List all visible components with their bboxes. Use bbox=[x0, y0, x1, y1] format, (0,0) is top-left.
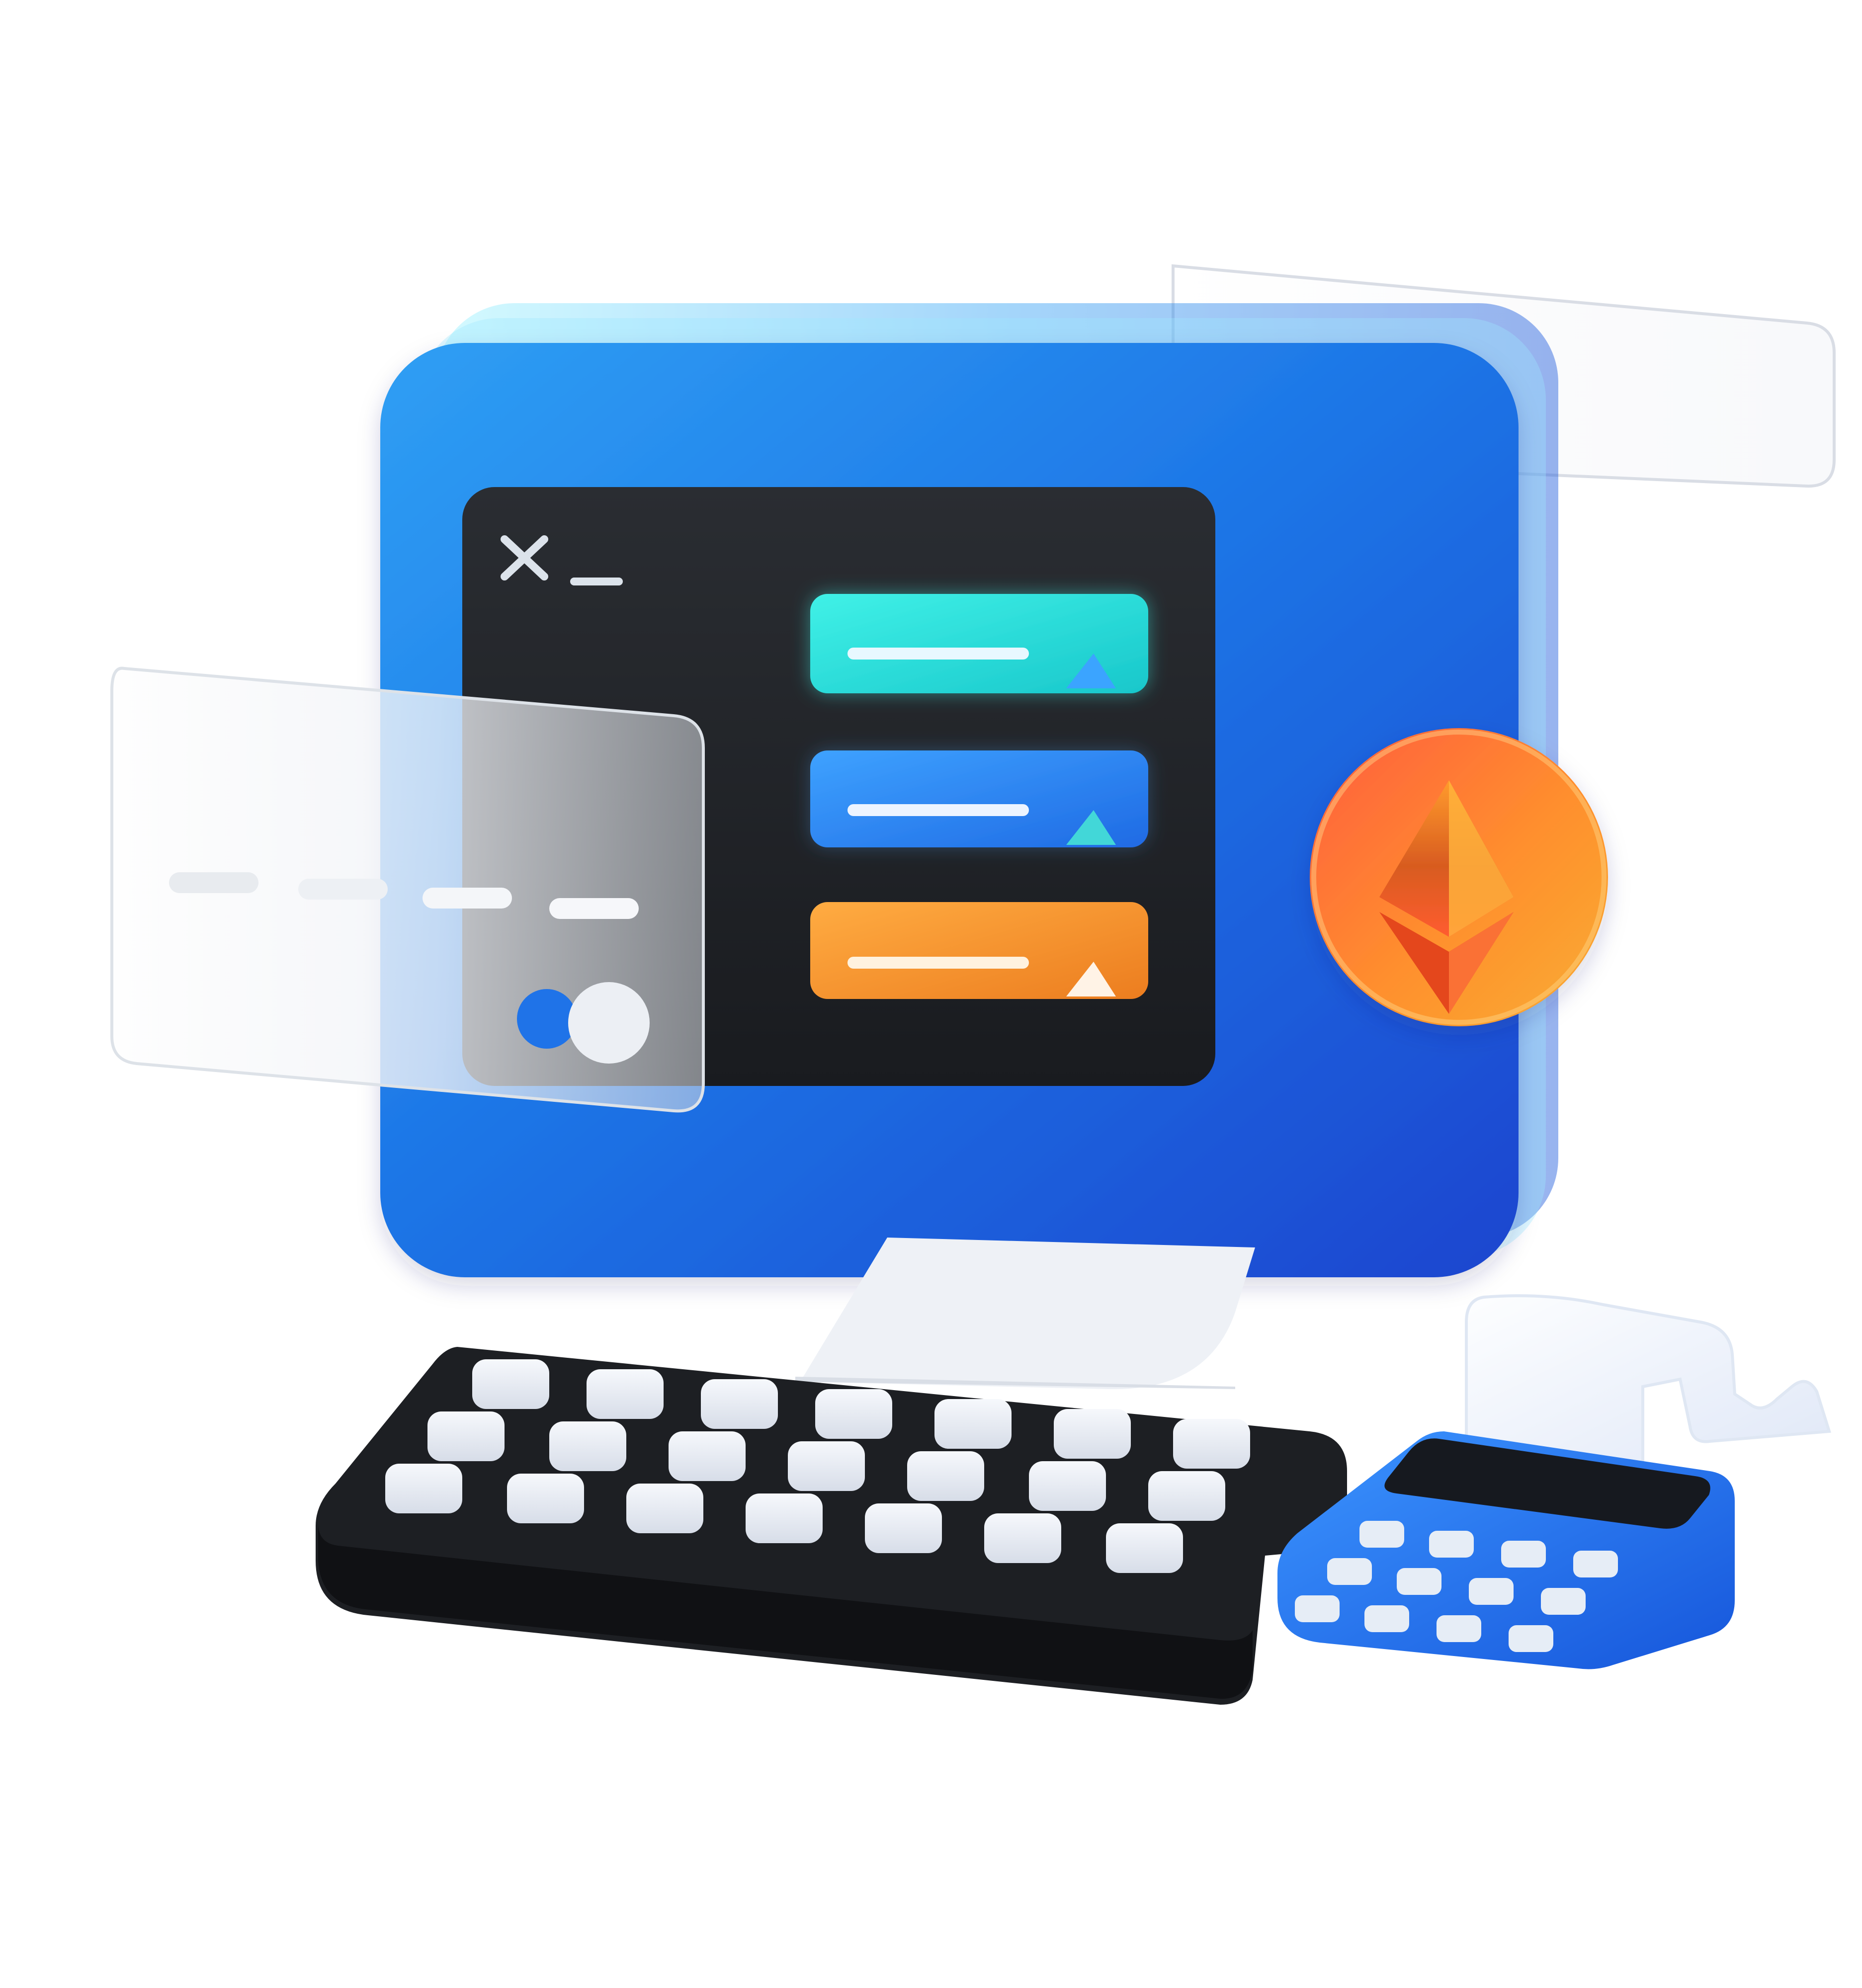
orange-list-item-line bbox=[847, 957, 1029, 969]
teal-list-item-line bbox=[847, 648, 1029, 660]
card-dash-4 bbox=[549, 898, 639, 919]
ethereum-coin bbox=[1310, 728, 1608, 1026]
blue-list-item[interactable] bbox=[810, 750, 1148, 847]
card-dash-1 bbox=[169, 872, 258, 893]
teal-list-item[interactable] bbox=[810, 594, 1148, 693]
monitor-illustration bbox=[110, 264, 1836, 1705]
card-dash-2 bbox=[298, 879, 388, 900]
keyboard[interactable] bbox=[316, 1347, 1347, 1705]
card-dash-3 bbox=[423, 888, 512, 909]
blue-list-item-line bbox=[847, 804, 1029, 816]
orange-list-item[interactable] bbox=[810, 902, 1148, 999]
